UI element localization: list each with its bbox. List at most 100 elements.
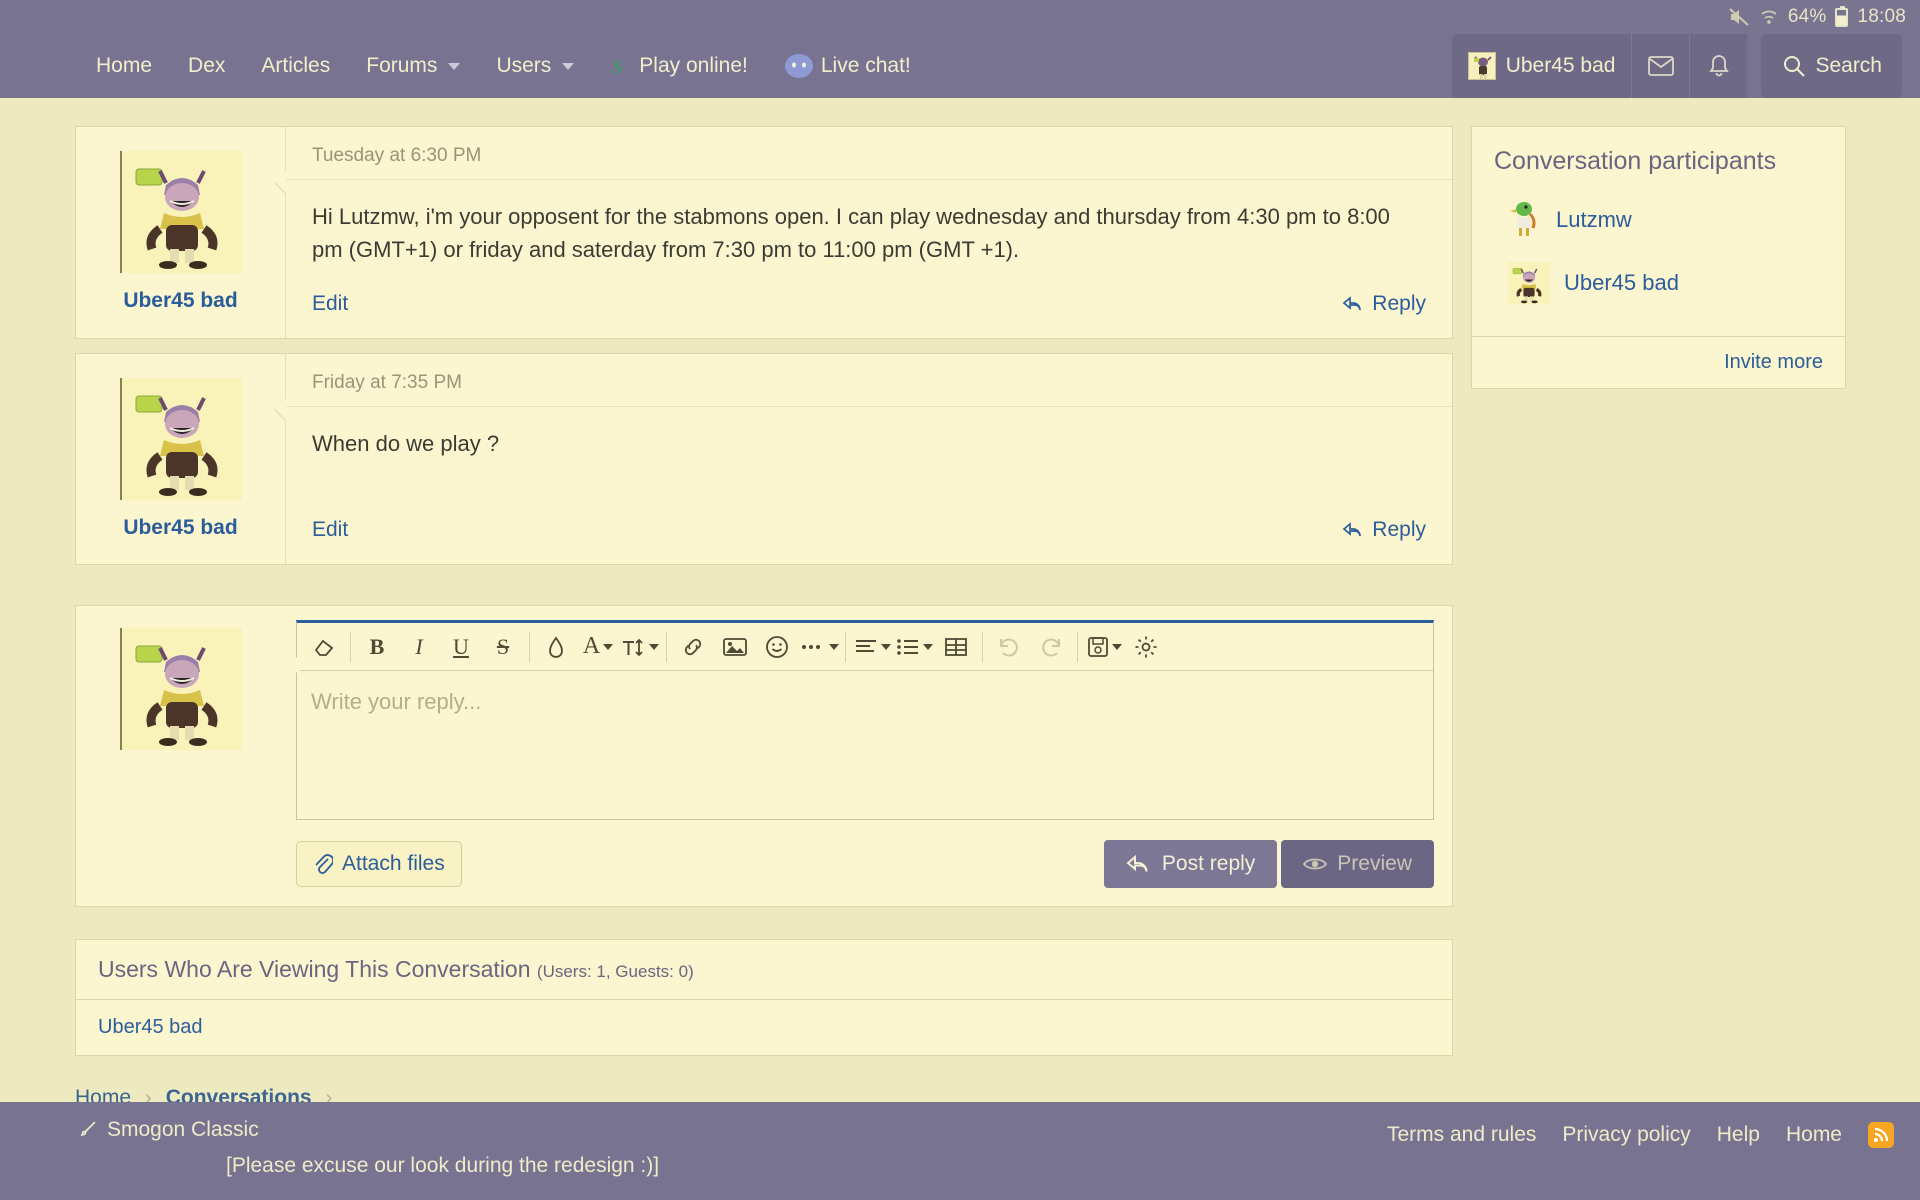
preview-button[interactable]: Preview: [1281, 840, 1434, 888]
editor-main: B I U S A Write your reply... Attach fil…: [286, 606, 1452, 906]
invite-more-link[interactable]: Invite more: [1724, 351, 1823, 373]
nav-links: Home Dex Articles Forums Users S Play on…: [0, 34, 929, 98]
footer-link-terms[interactable]: Terms and rules: [1387, 1123, 1536, 1147]
settings-gear-icon[interactable]: [1125, 627, 1167, 667]
smogon-s-icon: S: [610, 54, 632, 78]
footer-link-home[interactable]: Home: [1786, 1123, 1842, 1147]
rich-text-editor: B I U S A Write your reply...: [296, 620, 1434, 820]
viewing-user-link[interactable]: Uber45 bad: [98, 1016, 203, 1038]
rss-icon[interactable]: [1868, 1122, 1894, 1148]
invite-more-row: Invite more: [1472, 336, 1845, 388]
message-item: Uber45 bad Tuesday at 6:30 PM Hi Lutzmw,…: [75, 126, 1453, 339]
viewing-title: Users Who Are Viewing This Conversation: [98, 956, 531, 982]
redo-icon[interactable]: [1030, 627, 1072, 667]
post-reply-button[interactable]: Post reply: [1103, 840, 1278, 888]
bold-icon[interactable]: B: [356, 627, 398, 667]
style-chooser-button[interactable]: Smogon Classic: [78, 1118, 659, 1142]
toolbar-divider: [350, 631, 351, 662]
footer-link-privacy[interactable]: Privacy policy: [1562, 1123, 1690, 1147]
android-status-bar: 64% 18:08: [0, 0, 1920, 34]
remove-formatting-icon[interactable]: [303, 627, 345, 667]
main-navbar: Home Dex Articles Forums Users S Play on…: [0, 34, 1920, 98]
nav-item-forums[interactable]: Forums: [348, 34, 478, 98]
nav-item-home[interactable]: Home: [78, 34, 170, 98]
search-label: Search: [1815, 54, 1882, 77]
battery-percent: 64%: [1787, 6, 1827, 27]
participants-panel: Conversation participants Lutzmw Uber45 …: [1471, 126, 1846, 389]
battery-icon: [1835, 5, 1849, 27]
message-username[interactable]: Uber45 bad: [123, 516, 237, 540]
wifi-icon: [1759, 8, 1779, 26]
link-icon[interactable]: [672, 627, 714, 667]
account-menu-button[interactable]: Uber45 bad: [1451, 34, 1632, 98]
attach-files-button[interactable]: Attach files: [296, 841, 462, 887]
participant-row[interactable]: Lutzmw: [1494, 192, 1823, 254]
toolbar-divider: [982, 631, 983, 662]
draft-icon[interactable]: [1083, 627, 1125, 667]
redesign-notice: [Please excuse our look during the redes…: [226, 1154, 660, 1177]
more-options-icon[interactable]: [798, 627, 840, 667]
editor-author: [76, 606, 286, 906]
italic-icon[interactable]: I: [398, 627, 440, 667]
avatar[interactable]: [119, 378, 242, 500]
reply-input[interactable]: Write your reply...: [297, 671, 1433, 819]
font-family-icon[interactable]: A: [577, 627, 619, 667]
search-button[interactable]: Search: [1761, 34, 1902, 98]
font-size-icon[interactable]: [619, 627, 661, 667]
inbox-button[interactable]: [1631, 34, 1690, 98]
eye-icon: [1303, 855, 1328, 873]
participant-row[interactable]: Uber45 bad: [1494, 254, 1823, 318]
avatar[interactable]: [119, 151, 242, 273]
smilies-icon[interactable]: [756, 627, 798, 667]
image-icon[interactable]: [714, 627, 756, 667]
message-username[interactable]: Uber45 bad: [123, 289, 237, 313]
align-icon[interactable]: [851, 627, 893, 667]
participants-title: Conversation participants: [1494, 147, 1777, 175]
attach-label: Attach files: [342, 852, 445, 875]
undo-icon[interactable]: [988, 627, 1030, 667]
avatar: [1508, 200, 1542, 240]
participant-name[interactable]: Uber45 bad: [1564, 270, 1679, 296]
alerts-button[interactable]: [1689, 34, 1748, 98]
nav-item-dex[interactable]: Dex: [170, 34, 243, 98]
participant-name[interactable]: Lutzmw: [1556, 207, 1632, 233]
message-timestamp[interactable]: Tuesday at 6:30 PM: [286, 127, 1452, 180]
paperclip-icon: [313, 853, 333, 875]
nav-item-users[interactable]: Users: [478, 34, 592, 98]
strikethrough-icon[interactable]: S: [482, 627, 524, 667]
discord-icon: [784, 53, 814, 79]
reply-label: Reply: [1372, 518, 1426, 541]
underline-icon[interactable]: U: [440, 627, 482, 667]
reply-link[interactable]: Reply: [1342, 518, 1426, 542]
nav-item-play-online[interactable]: S Play online!: [592, 34, 766, 98]
edit-link[interactable]: Edit: [312, 292, 348, 316]
participants-list: Lutzmw Uber45 bad: [1472, 192, 1845, 336]
mute-icon: [1728, 7, 1750, 27]
text-color-icon[interactable]: [535, 627, 577, 667]
reply-link[interactable]: Reply: [1342, 292, 1426, 316]
avatar: [120, 628, 242, 750]
footer-left: Smogon Classic [Please excuse our look d…: [78, 1118, 659, 1178]
nav-item-articles[interactable]: Articles: [243, 34, 348, 98]
toolbar-divider: [1077, 631, 1078, 662]
footer-links: Terms and rules Privacy policy Help Home: [1387, 1118, 1894, 1148]
footer-link-help[interactable]: Help: [1717, 1123, 1760, 1147]
nav-item-live-chat[interactable]: Live chat!: [766, 34, 929, 98]
message-timestamp[interactable]: Friday at 7:35 PM: [286, 354, 1452, 407]
message-body: Tuesday at 6:30 PM Hi Lutzmw, i'm your o…: [274, 127, 1452, 338]
page-body: Uber45 bad Tuesday at 6:30 PM Hi Lutzmw,…: [0, 98, 1920, 1200]
content-wrapper: Uber45 bad Tuesday at 6:30 PM Hi Lutzmw,…: [0, 98, 1920, 1110]
nav-label: Live chat!: [820, 54, 911, 77]
list-icon[interactable]: [893, 627, 935, 667]
nav-label: Users: [496, 54, 552, 77]
avatar: [1508, 262, 1550, 304]
editor-footer: Attach files Post reply Preview: [296, 820, 1434, 888]
message-text: When do we play ?: [312, 431, 500, 456]
chevron-down-icon[interactable]: [562, 62, 575, 70]
message-body: Friday at 7:35 PM When do we play ? Edit…: [274, 354, 1452, 564]
reply-label: Reply: [1372, 292, 1426, 315]
edit-link[interactable]: Edit: [312, 518, 348, 542]
nav-label: Forums: [366, 54, 438, 77]
table-icon[interactable]: [935, 627, 977, 667]
chevron-down-icon[interactable]: [448, 62, 461, 70]
